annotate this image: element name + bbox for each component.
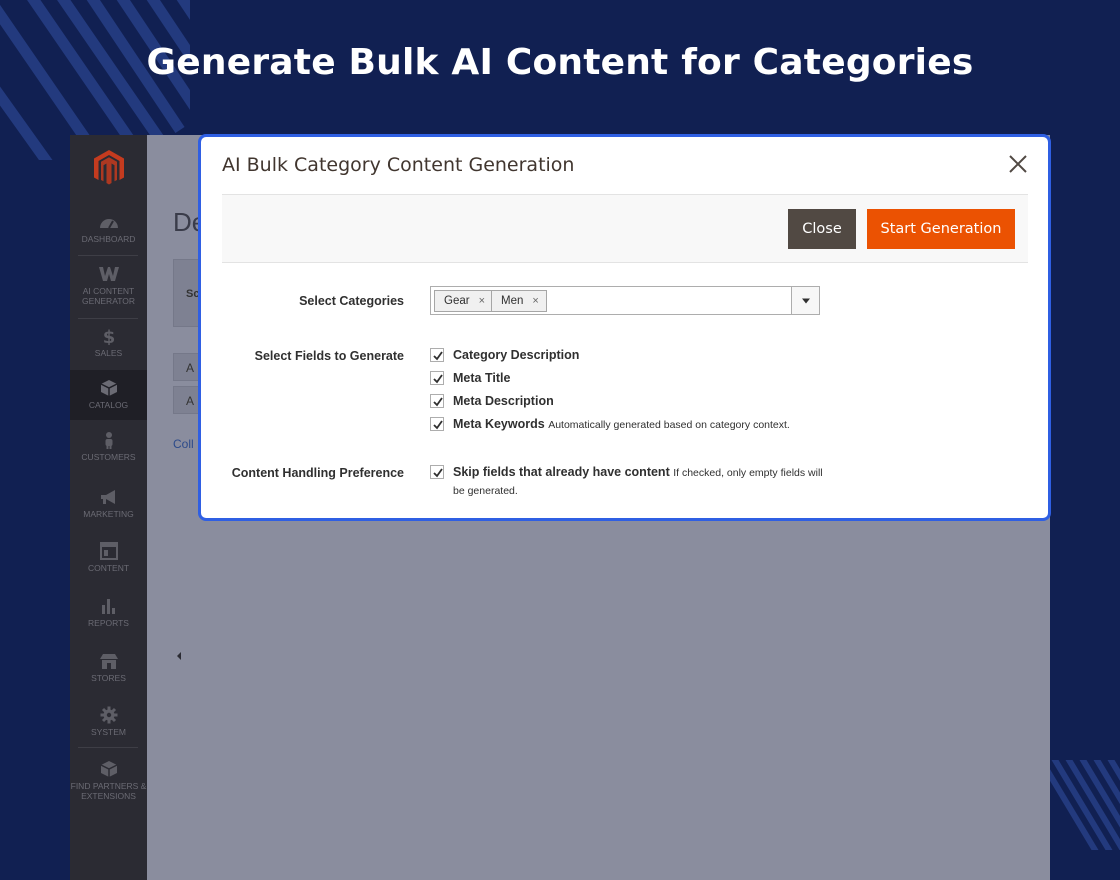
storefront-icon <box>99 654 118 669</box>
checkbox[interactable] <box>430 465 444 479</box>
cube-icon <box>100 761 117 777</box>
decorative-stripes-bottom-right <box>1048 760 1120 850</box>
admin-sidebar: DASHBOARD AI CONTENT GENERATOR $ SALES C… <box>70 135 147 880</box>
person-icon <box>105 432 112 449</box>
sidebar-item-stores[interactable]: STORES <box>70 652 147 683</box>
checkbox[interactable] <box>430 371 444 385</box>
checkmark-icon <box>433 420 443 430</box>
remove-chip-icon[interactable]: × <box>532 295 538 307</box>
checkmark-icon <box>433 374 443 384</box>
meta-keywords-note: Automatically generated based on categor… <box>548 419 790 431</box>
field-option-meta-description[interactable]: Meta Description <box>430 393 554 410</box>
dashboard-icon <box>99 219 118 229</box>
close-button[interactable]: Close <box>788 209 856 249</box>
ai-bulk-generation-modal: AI Bulk Category Content Generation Clos… <box>198 134 1051 521</box>
checkmark-icon <box>433 397 443 407</box>
category-chip-men: Men × <box>491 290 547 312</box>
checkmark-icon <box>433 468 443 478</box>
sidebar-item-content[interactable]: CONTENT <box>70 542 147 573</box>
checkbox[interactable] <box>430 394 444 408</box>
field-option-meta-keywords[interactable]: Meta Keywords Automatically generated ba… <box>430 416 790 434</box>
sidebar-item-find-partners[interactable]: FIND PARTNERS & EXTENSIONS <box>70 760 147 801</box>
checkmark-icon <box>433 351 443 361</box>
skip-existing-content-option[interactable]: Skip fields that already have content If… <box>430 464 830 500</box>
magento-logo-icon[interactable] <box>92 149 126 187</box>
collapse-link[interactable]: Coll <box>173 437 194 451</box>
svg-text:$: $ <box>102 327 115 345</box>
bar-chart-icon <box>101 599 115 614</box>
sidebar-divider <box>78 255 138 256</box>
category-chip-gear: Gear × <box>434 290 494 312</box>
start-generation-button[interactable]: Start Generation <box>867 209 1015 249</box>
modal-action-bar: Close Start Generation <box>222 194 1028 263</box>
checkbox[interactable] <box>430 348 444 362</box>
sidebar-item-system[interactable]: SYSTEM <box>70 706 147 737</box>
select-categories-label: Select Categories <box>299 294 404 308</box>
chevron-down-icon <box>801 298 810 303</box>
sidebar-divider <box>78 747 138 748</box>
field-option-category-description[interactable]: Category Description <box>430 347 579 364</box>
sidebar-item-marketing[interactable]: MARKETING <box>70 488 147 519</box>
content-handling-label: Content Handling Preference <box>231 466 404 480</box>
headline: Generate Bulk AI Content for Categories <box>146 42 974 83</box>
dropdown-toggle-button[interactable] <box>791 287 819 314</box>
w-logo-icon <box>98 267 119 281</box>
dollar-icon: $ <box>102 327 115 345</box>
checkbox[interactable] <box>430 417 444 431</box>
sidebar-item-sales[interactable]: $ SALES <box>70 327 147 358</box>
gear-icon <box>100 706 117 724</box>
modal-title: AI Bulk Category Content Generation <box>222 154 575 176</box>
sidebar-item-catalog[interactable]: CATALOG <box>70 370 147 420</box>
select-fields-label: Select Fields to Generate <box>254 349 404 363</box>
category-multiselect[interactable]: Gear × Men × <box>430 286 820 315</box>
box-icon <box>100 380 117 396</box>
sidebar-item-ai-content-generator[interactable]: AI CONTENT GENERATOR <box>70 265 147 306</box>
field-option-meta-title[interactable]: Meta Title <box>430 370 510 387</box>
scroll-left-arrow-icon[interactable] <box>175 647 183 660</box>
sidebar-item-reports[interactable]: REPORTS <box>70 597 147 628</box>
remove-chip-icon[interactable]: × <box>479 295 485 307</box>
megaphone-icon <box>100 490 115 504</box>
sidebar-item-dashboard[interactable]: DASHBOARD <box>70 213 147 244</box>
sidebar-item-customers[interactable]: CUSTOMERS <box>70 431 147 462</box>
layout-icon <box>99 542 118 560</box>
sidebar-divider <box>78 318 138 319</box>
close-icon[interactable] <box>1007 153 1029 175</box>
